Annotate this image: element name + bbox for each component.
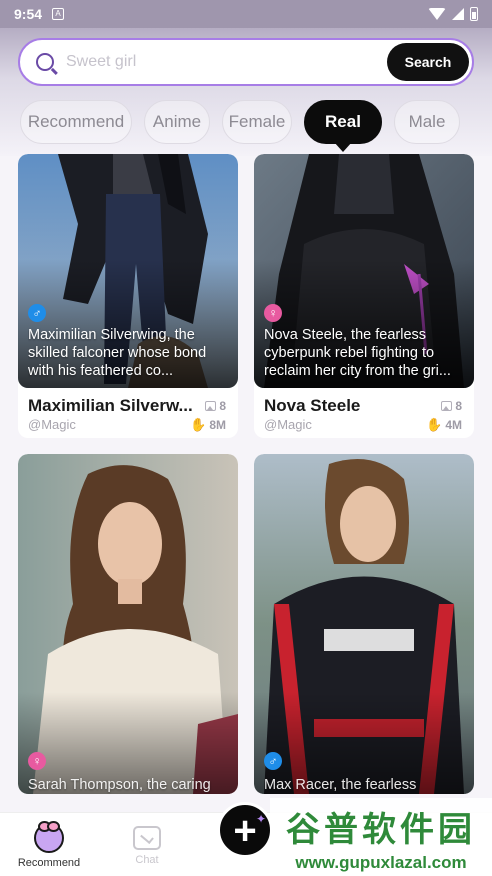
character-description: Max Racer, the fearless bbox=[264, 777, 417, 793]
character-card[interactable]: ♀ Nova Steele, the fearless cyberpunk re… bbox=[254, 154, 474, 438]
hand-icon: ✋ bbox=[190, 417, 207, 432]
photo-count: 8 bbox=[441, 399, 462, 413]
search-bar: Search bbox=[18, 38, 474, 86]
image-icon bbox=[441, 401, 453, 411]
battery-icon bbox=[470, 7, 478, 21]
male-gender-icon: ♂ bbox=[264, 752, 282, 770]
watermark-title: 谷普软件园 bbox=[286, 810, 476, 850]
nav-recommend-label: Recommend bbox=[17, 857, 81, 869]
search-icon bbox=[36, 53, 54, 71]
female-gender-icon: ♀ bbox=[264, 304, 282, 322]
character-card[interactable]: ♂ Maximilian Silverwing, the skilled fal… bbox=[18, 154, 238, 438]
character-description: Sarah Thompson, the caring bbox=[28, 777, 211, 793]
photo-count: 8 bbox=[205, 399, 226, 413]
tab-anime[interactable]: Anime bbox=[144, 100, 210, 144]
character-card[interactable]: ♀ Sarah Thompson, the caring bbox=[18, 454, 238, 794]
female-gender-icon: ♀ bbox=[28, 752, 46, 770]
character-name: Nova Steele bbox=[264, 396, 361, 415]
nav-chat[interactable]: Chat bbox=[107, 823, 187, 866]
sparkle-icon: ✦ bbox=[256, 812, 267, 826]
recommend-mascot-icon bbox=[34, 821, 64, 853]
category-tabs: Recommend Anime Female Real Male bbox=[20, 100, 460, 152]
tab-female[interactable]: Female bbox=[222, 100, 292, 144]
tab-real[interactable]: Real bbox=[304, 100, 382, 152]
like-count: ✋ 8M bbox=[190, 417, 226, 432]
character-image bbox=[18, 454, 238, 794]
tab-male[interactable]: Male bbox=[394, 100, 460, 144]
wifi-icon bbox=[428, 8, 446, 20]
watermark-url: www.gupuxlazal.com bbox=[295, 853, 467, 872]
character-card[interactable]: ♂ Max Racer, the fearless bbox=[254, 454, 474, 794]
signal-icon bbox=[452, 8, 464, 20]
nav-chat-label: Chat bbox=[135, 854, 159, 866]
image-icon bbox=[205, 401, 217, 411]
clock: 9:54 bbox=[14, 6, 43, 22]
like-count: ✋ 4M bbox=[426, 417, 462, 432]
hand-icon: ✋ bbox=[426, 417, 443, 432]
search-input[interactable] bbox=[66, 53, 366, 71]
creator-handle: @Magic bbox=[264, 417, 312, 432]
character-image bbox=[254, 454, 474, 794]
create-button[interactable]: + bbox=[217, 802, 273, 858]
status-bar: 9:54 A bbox=[0, 0, 492, 28]
character-description: Maximilian Silverwing, the skilled falco… bbox=[28, 327, 207, 379]
nav-recommend[interactable]: Recommend bbox=[9, 821, 89, 869]
chat-icon bbox=[133, 826, 161, 850]
creator-handle: @Magic bbox=[28, 417, 76, 432]
notification-icon: A bbox=[52, 8, 65, 20]
search-button[interactable]: Search bbox=[387, 43, 469, 81]
tab-recommend[interactable]: Recommend bbox=[20, 100, 132, 144]
character-description: Nova Steele, the fearless cyberpunk rebe… bbox=[264, 327, 451, 379]
male-gender-icon: ♂ bbox=[28, 304, 46, 322]
watermark: 谷普软件园 www.gupuxlazal.com bbox=[270, 798, 492, 876]
character-name: Maximilian Silverw... bbox=[28, 396, 193, 415]
